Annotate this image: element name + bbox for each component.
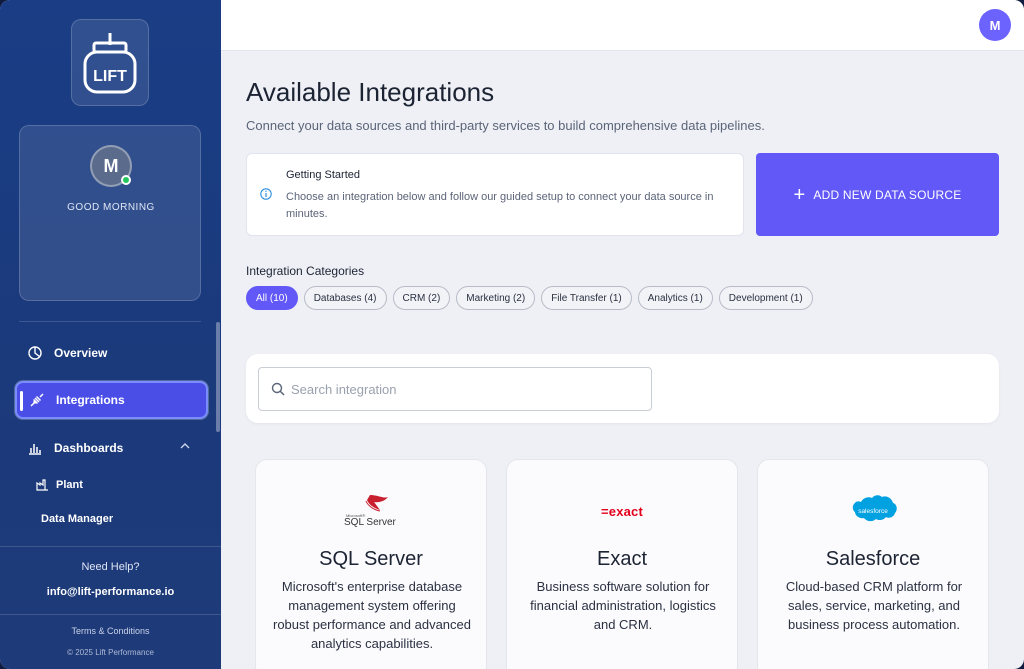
subitem-label: Data Manager (41, 513, 114, 525)
online-status-icon (121, 175, 131, 185)
salesforce-logo: salesforce (758, 488, 988, 534)
svg-text:salesforce: salesforce (858, 508, 888, 515)
search-icon (271, 382, 285, 396)
sidebar-item-label: Dashboards (54, 441, 124, 455)
integration-description: Business software solution for financial… (530, 579, 716, 632)
sidebar-item-label: Overview (54, 346, 108, 360)
help-email-link[interactable]: info@lift-performance.io (0, 586, 221, 598)
category-chip-marketing[interactable]: Marketing (2) (456, 286, 536, 310)
info-icon (260, 188, 272, 200)
sidebar-divider (19, 321, 201, 322)
terms-link[interactable]: Terms & Conditions (0, 626, 221, 636)
search-panel (246, 354, 999, 423)
page-title: Available Integrations (246, 77, 495, 107)
pie-chart-icon (27, 345, 43, 361)
search-box[interactable] (258, 367, 652, 411)
sidebar-divider (0, 546, 221, 547)
sql-server-logo: Microsoft® SQL Server (256, 488, 486, 534)
sidebar-item-overview[interactable]: Overview (15, 334, 208, 372)
help-title: Need Help? (81, 561, 140, 573)
integration-card-salesforce[interactable]: salesforce Salesforce Cloud-based CRM pl… (757, 459, 989, 669)
factory-icon (36, 479, 49, 491)
integration-name: Salesforce (825, 548, 921, 570)
getting-started-text: Choose an integration below and follow o… (286, 191, 714, 220)
svg-text:SQL Server: SQL Server (344, 517, 397, 528)
sidebar-item-integrations[interactable]: Integrations (15, 381, 208, 419)
getting-started-card: Getting Started Choose an integration be… (246, 153, 744, 236)
categories-title: Integration Categories (246, 264, 365, 278)
add-data-source-button[interactable]: + ADD NEW DATA SOURCE (756, 153, 999, 236)
page-subtitle: Connect your data sources and third-part… (246, 118, 765, 133)
user-card: M GOOD MORNING (19, 125, 201, 301)
category-chip-crm[interactable]: CRM (2) (392, 286, 451, 310)
integration-card-sql-server[interactable]: Microsoft® SQL Server SQL Server Microso… (255, 459, 487, 669)
bar-chart-icon (27, 440, 43, 456)
category-chip-analytics[interactable]: Analytics (1) (637, 286, 713, 310)
integration-name: Exact (596, 548, 648, 570)
integration-card-exact[interactable]: =exact Exact Business software solution … (506, 459, 738, 669)
sidebar: LIFT M GOOD MORNING Overview Integration… (0, 0, 221, 669)
plus-icon: + (793, 183, 806, 206)
greeting-text: GOOD MORNING (67, 202, 155, 213)
sidebar-item-label: Integrations (56, 393, 125, 407)
sidebar-item-dashboards[interactable]: Dashboards (15, 429, 208, 467)
sidebar-scrollbar[interactable] (216, 322, 220, 432)
chevron-up-icon[interactable] (180, 442, 190, 449)
category-chip-file-transfer[interactable]: File Transfer (1) (541, 286, 632, 310)
gondola-logo-icon: LIFT (83, 32, 137, 93)
sidebar-subitem-data-manager[interactable]: Data Manager (41, 513, 113, 525)
lift-logo[interactable]: LIFT (71, 19, 149, 106)
subitem-label: Plant (56, 479, 83, 491)
integration-description: Cloud-based CRM platform for sales, serv… (785, 579, 963, 632)
add-data-source-label: ADD NEW DATA SOURCE (813, 187, 962, 202)
category-chip-development[interactable]: Development (1) (718, 286, 813, 310)
user-avatar-button[interactable]: M (979, 9, 1011, 41)
topbar: M (221, 0, 1024, 51)
exact-logo: =exact (600, 503, 644, 519)
copyright-text: © 2025 Lift Performance (67, 648, 154, 657)
logo-text: LIFT (93, 68, 127, 85)
sidebar-divider (0, 614, 221, 615)
integration-name: SQL Server (319, 548, 423, 570)
app-window: LIFT M GOOD MORNING Overview Integration… (0, 0, 1024, 669)
category-chip-all[interactable]: All (10) (246, 286, 298, 310)
integration-description: Microsoft's enterprise database manageme… (272, 579, 471, 651)
search-input[interactable] (291, 369, 641, 409)
category-chip-databases[interactable]: Databases (4) (303, 286, 387, 310)
sidebar-subitem-plant[interactable]: Plant (36, 479, 83, 491)
category-filters: All (10) Databases (4) CRM (2) Marketing… (246, 286, 813, 310)
getting-started-title: Getting Started (286, 169, 360, 181)
plug-icon (29, 392, 45, 408)
